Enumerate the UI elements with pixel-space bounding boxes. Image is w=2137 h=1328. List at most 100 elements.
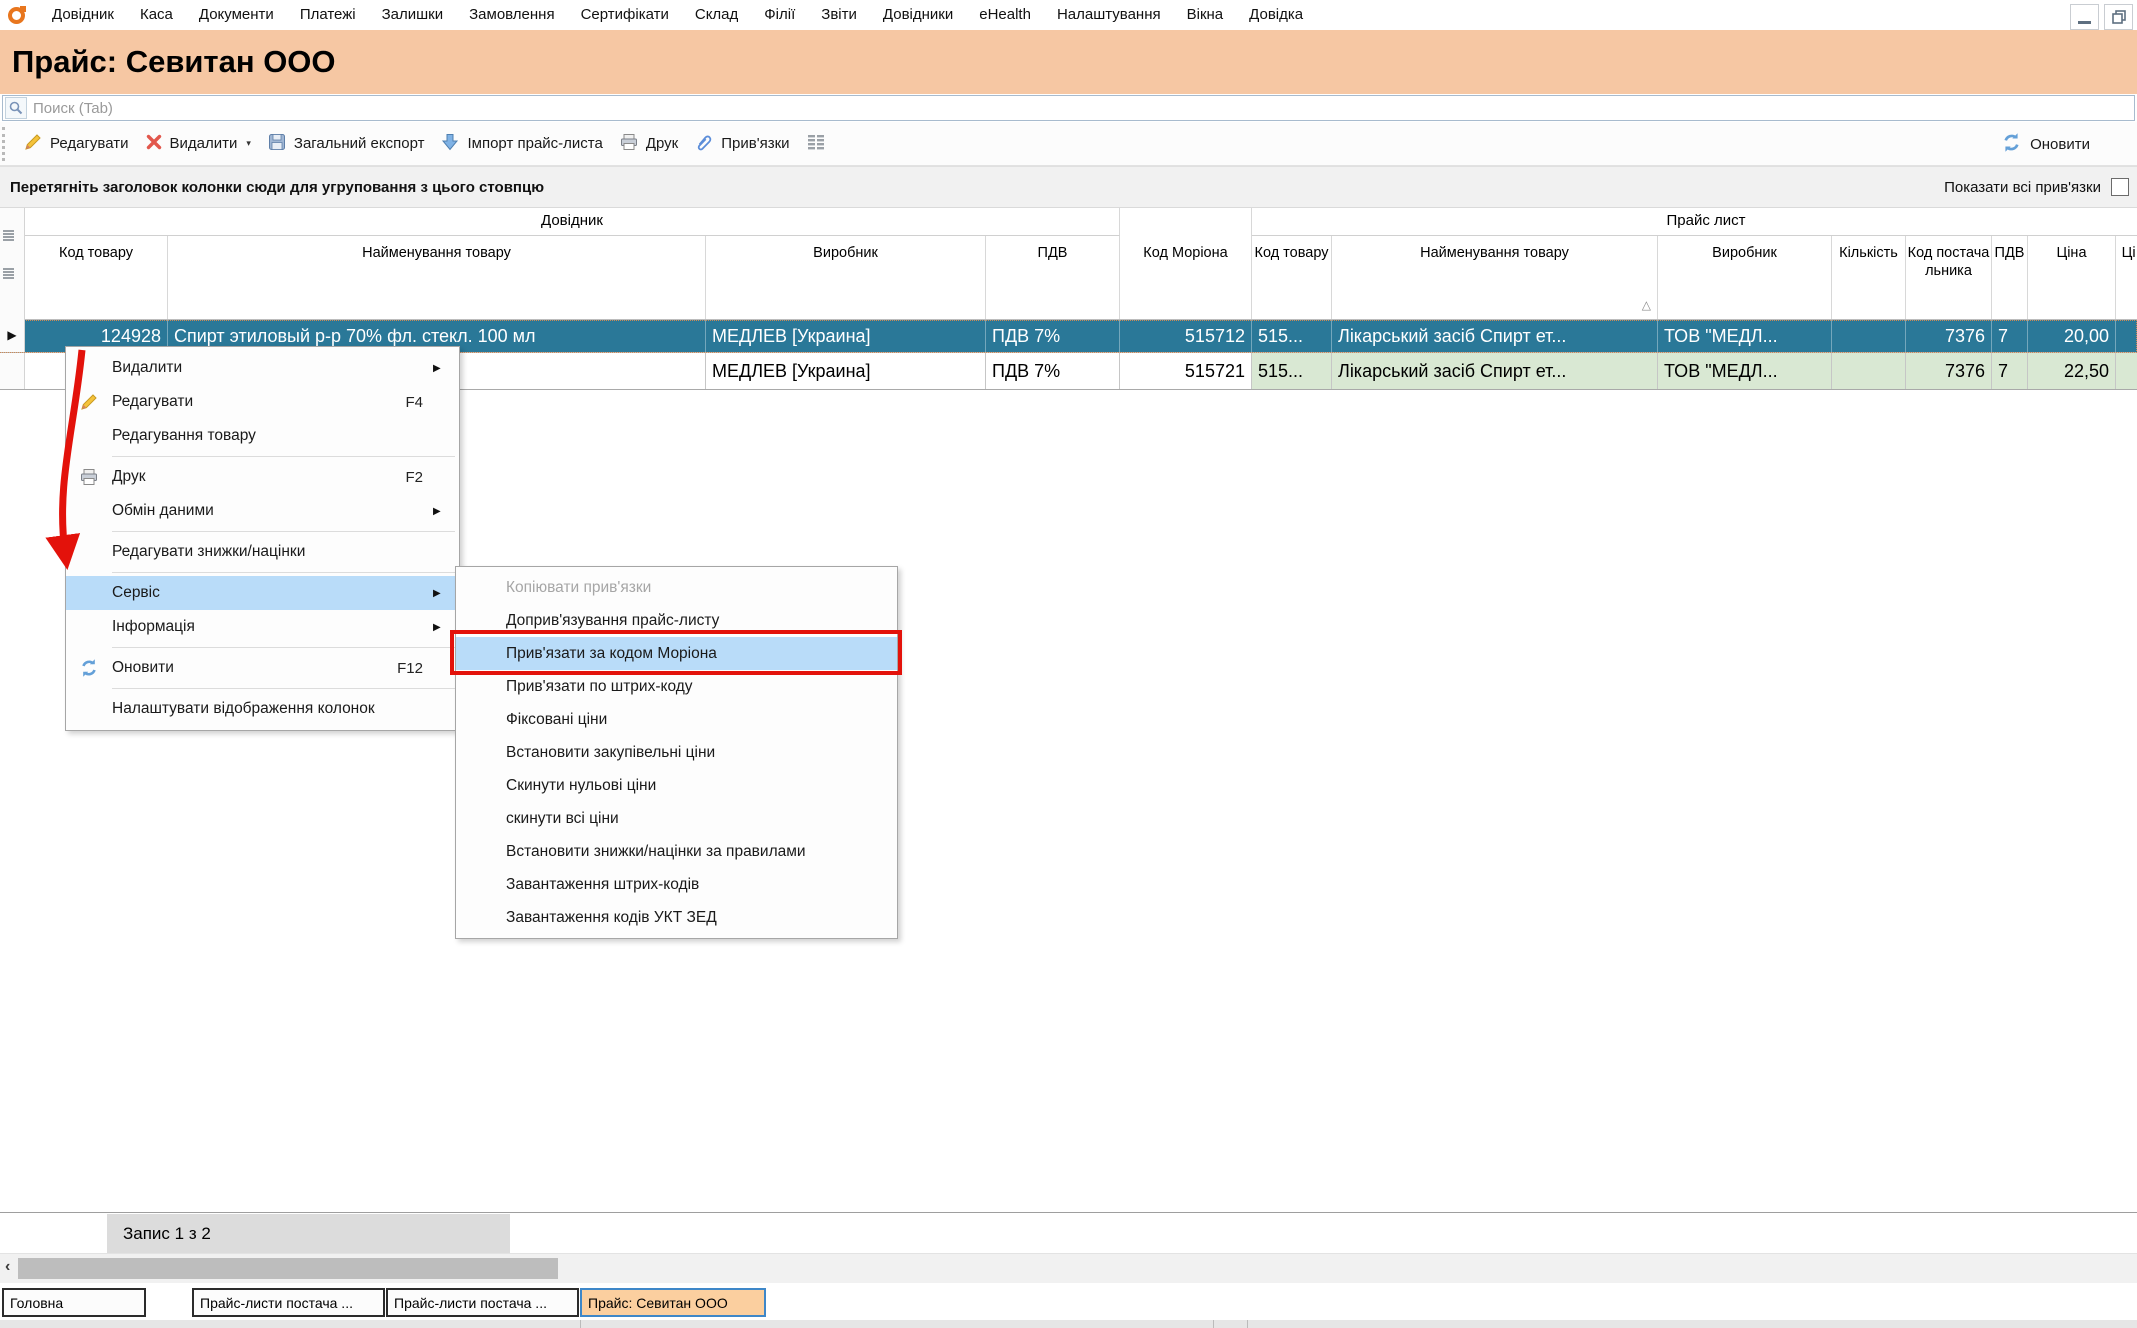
grid-cell[interactable]: Лікарський засіб Спирт ет... — [1332, 320, 1658, 352]
grid-cell[interactable]: 7376 — [1906, 320, 1992, 352]
document-tab-2[interactable]: Прайс-листи постача ... — [192, 1288, 385, 1317]
grid-cell[interactable]: МЕДЛЕВ [Украина] — [706, 320, 986, 352]
column-header-label: Код постачальника — [1908, 245, 1990, 279]
column-header-12[interactable]: Ціна — [2028, 236, 2116, 319]
grid-cell[interactable]: ПДВ 7% — [986, 320, 1120, 352]
column-header-13[interactable]: Ці зн — [2116, 236, 2137, 319]
submenu-item-4[interactable]: Прив'язати по штрих-коду — [456, 670, 897, 703]
grid-cell[interactable]: 7376 — [1906, 353, 1992, 389]
column-header-6[interactable]: Код товару — [1252, 236, 1332, 319]
column-header-3[interactable]: Виробник — [706, 236, 986, 319]
submenu-item-6[interactable]: Встановити закупівельні ціни — [456, 736, 897, 769]
menu-item-2[interactable]: Каса — [127, 0, 186, 30]
submenu-item-label: скинути всі ціни — [456, 810, 897, 828]
submenu-item-5[interactable]: Фіксовані ціни — [456, 703, 897, 736]
grid-cell[interactable]: 515... — [1252, 353, 1332, 389]
submenu-item-9[interactable]: Встановити знижки/націнки за правилами — [456, 835, 897, 868]
grid-group-header-2 — [1120, 208, 1252, 236]
grid-cell[interactable] — [1832, 320, 1906, 352]
submenu-item-3[interactable]: Прив'язати за кодом Моріона — [456, 637, 897, 670]
grid-group-header-3[interactable]: Прайс лист — [1252, 208, 2137, 236]
menu-item-10[interactable]: Звіти — [808, 0, 870, 30]
menu-item-1[interactable]: Довідник — [39, 0, 127, 30]
grid-cell[interactable]: 515721 — [1120, 353, 1252, 389]
horizontal-scrollbar[interactable]: ‹ — [0, 1253, 2137, 1283]
grid-cell[interactable]: Лікарський засіб Спирт ет... — [1332, 353, 1658, 389]
grid-menu-icon[interactable] — [3, 268, 14, 281]
grid-cell[interactable]: 515... — [1252, 320, 1332, 352]
grid-cell[interactable]: ПДВ 7% — [986, 353, 1120, 389]
grid-cell[interactable] — [2116, 320, 2137, 352]
grid-group-header-1[interactable]: Довідник — [25, 208, 1120, 236]
refresh-button[interactable]: Оновити — [2001, 122, 2090, 166]
menu-item-3[interactable]: Документи — [186, 0, 287, 30]
toolbar-button-1[interactable]: Редагувати — [23, 132, 129, 156]
context-menu-item-6[interactable]: Редагувати знижки/націнки — [66, 535, 459, 569]
context-menu-item-2[interactable]: РедагуватиF4 — [66, 385, 459, 419]
show-all-links-checkbox[interactable] — [2111, 178, 2129, 196]
toolbar-button-7[interactable] — [806, 133, 826, 155]
column-header-11[interactable]: ПДВ — [1992, 236, 2028, 319]
menu-item-12[interactable]: eHealth — [966, 0, 1044, 30]
minimize-button[interactable] — [2070, 4, 2099, 30]
submenu-item-8[interactable]: скинути всі ціни — [456, 802, 897, 835]
grid-cell[interactable]: 7 — [1992, 320, 2028, 352]
grid-cell[interactable]: 22,50 — [2028, 353, 2116, 389]
column-header-7[interactable]: Найменування товару△ — [1332, 236, 1658, 319]
context-menu-item-9[interactable]: ОновитиF12 — [66, 651, 459, 685]
grid-cell[interactable] — [1832, 353, 1906, 389]
grid-cell[interactable]: МЕДЛЕВ [Украина] — [706, 353, 986, 389]
scrollbar-thumb[interactable] — [18, 1258, 558, 1279]
toolbar-button-5[interactable]: Друк — [619, 132, 678, 156]
search-input[interactable] — [27, 100, 2134, 117]
menu-item-11[interactable]: Довідники — [870, 0, 966, 30]
scroll-left-icon[interactable]: ‹ — [5, 1258, 10, 1276]
menu-separator — [112, 688, 455, 689]
context-menu-item-5[interactable]: Обмін даними▶ — [66, 494, 459, 528]
toolbar-button-4[interactable]: Імпорт прайс-листа — [440, 132, 602, 156]
toolbar-button-6[interactable]: Прив'язки — [694, 132, 789, 156]
submenu-item-2[interactable]: Доприв'язування прайс-листу — [456, 604, 897, 637]
menu-item-9[interactable]: Філії — [751, 0, 808, 30]
context-menu-item-4[interactable]: ДрукF2 — [66, 460, 459, 494]
menu-item-13[interactable]: Налаштування — [1044, 0, 1174, 30]
context-menu-item-7[interactable]: Сервіс▶ — [66, 576, 459, 610]
submenu-item-10[interactable]: Завантаження штрих-кодів — [456, 868, 897, 901]
toolbar-button-label: Імпорт прайс-листа — [467, 135, 602, 152]
column-header-9[interactable]: Кількість — [1832, 236, 1906, 319]
column-header-1[interactable]: Код товару — [25, 236, 168, 319]
menu-item-4[interactable]: Платежі — [287, 0, 369, 30]
grid-cell[interactable] — [2116, 353, 2137, 389]
menu-item-5[interactable]: Залишки — [369, 0, 457, 30]
toolbar-button-3[interactable]: Загальний експорт — [267, 132, 425, 156]
column-header-2[interactable]: Найменування товару — [168, 236, 706, 319]
document-tab-4[interactable]: Прайс: Севитан ООО — [580, 1288, 766, 1317]
toolbar-button-2[interactable]: Видалити▾ — [145, 133, 251, 155]
context-menu-item-3[interactable]: Редагування товару — [66, 419, 459, 453]
grid-menu-icon[interactable] — [3, 230, 14, 243]
submenu-item-label: Прив'язати за кодом Моріона — [456, 645, 897, 663]
column-header-8[interactable]: Виробник — [1658, 236, 1832, 319]
grid-cell[interactable]: ТОВ "МЕДЛ... — [1658, 320, 1832, 352]
restore-button[interactable] — [2104, 4, 2133, 30]
menu-item-8[interactable]: Склад — [682, 0, 751, 30]
context-menu-item-8[interactable]: Інформація▶ — [66, 610, 459, 644]
column-header-4[interactable]: ПДВ — [986, 236, 1120, 319]
grid-cell[interactable]: 515712 — [1120, 320, 1252, 352]
menu-item-6[interactable]: Замовлення — [456, 0, 567, 30]
refresh-label: Оновити — [2030, 136, 2090, 153]
document-tab-1[interactable]: Головна — [2, 1288, 146, 1317]
menu-item-7[interactable]: Сертифікати — [568, 0, 682, 30]
menu-item-14[interactable]: Вікна — [1174, 0, 1237, 30]
menu-item-15[interactable]: Довідка — [1236, 0, 1316, 30]
document-tab-3[interactable]: Прайс-листи постача ... — [386, 1288, 579, 1317]
column-header-5[interactable]: Код Моріона — [1120, 236, 1252, 319]
grid-cell[interactable]: ТОВ "МЕДЛ... — [1658, 353, 1832, 389]
context-menu-item-1[interactable]: Видалити▶ — [66, 351, 459, 385]
submenu-item-7[interactable]: Скинути нульові ціни — [456, 769, 897, 802]
grid-cell[interactable]: 7 — [1992, 353, 2028, 389]
context-menu-item-10[interactable]: Налаштувати відображення колонок — [66, 692, 459, 726]
submenu-item-11[interactable]: Завантаження кодів УКТ ЗЕД — [456, 901, 897, 934]
grid-cell[interactable]: 20,00 — [2028, 320, 2116, 352]
column-header-10[interactable]: Код постачальника — [1906, 236, 1992, 319]
